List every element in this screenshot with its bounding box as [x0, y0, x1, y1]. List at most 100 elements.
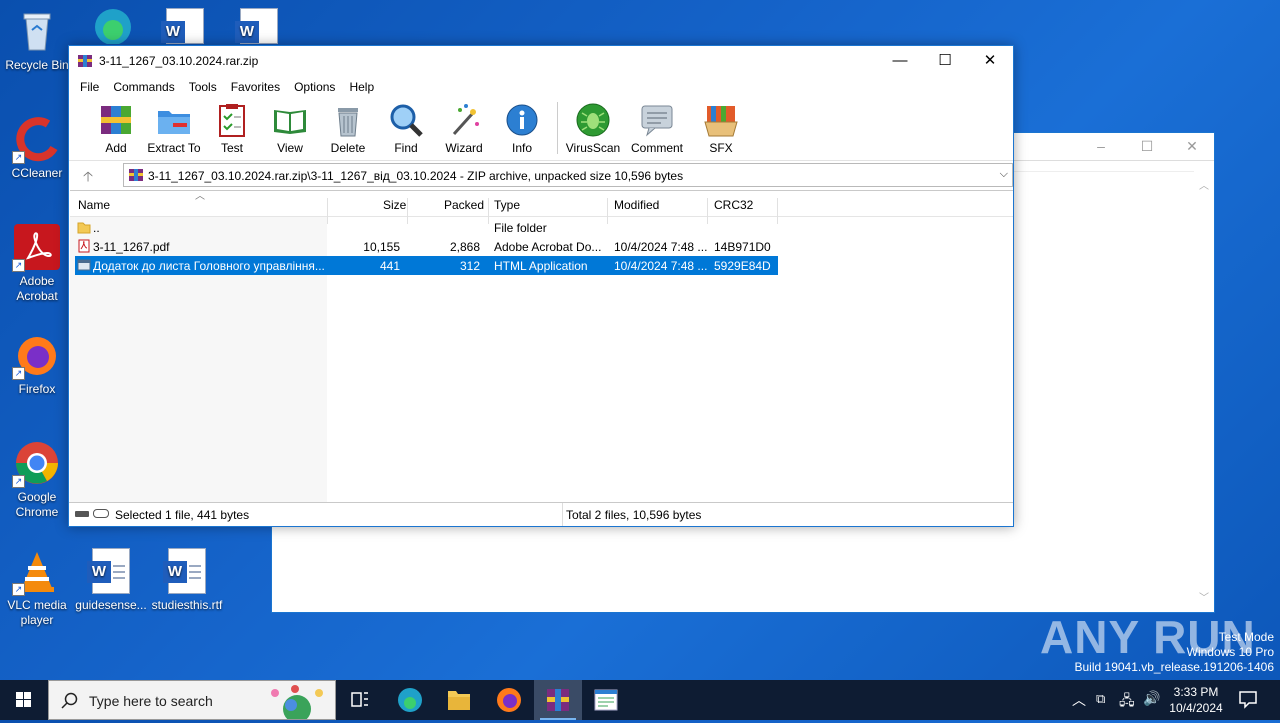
tray-network-badge-icon[interactable]: ⧉: [1096, 691, 1105, 707]
desktop-icon-vlc[interactable]: ↗ VLC media player: [0, 548, 74, 628]
sfx-button[interactable]: SFX: [692, 98, 750, 155]
virusscan-button[interactable]: VirusScan: [564, 98, 622, 155]
shortcut-arrow-icon: ↗: [12, 367, 25, 380]
column-size[interactable]: Size: [383, 198, 406, 212]
notification-icon[interactable]: [1238, 689, 1258, 712]
scroll-up-icon[interactable]: ︿: [1199, 177, 1209, 192]
vertical-scrollbar[interactable]: ︿ ﹀: [1196, 171, 1214, 612]
desktop-icon-recycle-bin[interactable]: Recycle Bin: [0, 8, 74, 73]
column-crc32[interactable]: CRC32: [714, 198, 753, 212]
row-crc32: 5929E84D: [714, 259, 771, 273]
view-button[interactable]: View: [261, 98, 319, 155]
start-button[interactable]: [0, 680, 48, 720]
taskbar-notepad[interactable]: [582, 680, 630, 720]
delete-label: Delete: [330, 141, 366, 155]
test-label: Test: [220, 141, 243, 155]
shortcut-arrow-icon: ↗: [12, 583, 25, 596]
row-modified: 10/4/2024 7:48 ...: [614, 259, 708, 273]
table-row[interactable]: 3-11_1267.pdf 10,155 2,868 Adobe Acrobat…: [75, 237, 778, 256]
tray-volume-icon[interactable]: 🔊: [1143, 690, 1160, 707]
menu-commands[interactable]: Commands: [106, 80, 181, 94]
taskbar-edge[interactable]: [386, 680, 434, 720]
ccleaner-icon: ↗: [12, 116, 60, 164]
desktop-icon-ccleaner[interactable]: ↗ CCleaner: [0, 116, 74, 181]
toolbar-separator: [557, 102, 558, 154]
taskbar-winrar[interactable]: [534, 680, 582, 720]
desktop-icon-firefox[interactable]: ↗ Firefox: [0, 332, 74, 397]
desktop-icon-google-chrome[interactable]: ↗ Google Chrome: [0, 440, 74, 520]
task-view-button[interactable]: [336, 680, 384, 720]
comment-button[interactable]: Comment: [622, 98, 692, 155]
desktop-icon-word-2[interactable]: W: [222, 8, 296, 44]
windows-logo-icon: [16, 692, 31, 707]
status-bar: Selected 1 file, 441 bytes Total 2 files…: [69, 502, 1013, 526]
table-row[interactable]: .. File folder: [75, 218, 778, 237]
table-row-selected[interactable]: Додаток до листа Головного управління...…: [75, 256, 778, 275]
word-document-icon: W: [87, 548, 130, 594]
search-box[interactable]: Type here to search: [48, 680, 336, 720]
virusscan-label: VirusScan: [565, 141, 621, 155]
recycle-bin-icon: [14, 8, 60, 54]
tray-network-icon[interactable]: 🖧: [1119, 690, 1135, 714]
extract-to-button[interactable]: Extract To: [145, 98, 203, 155]
taskbar-firefox[interactable]: [485, 680, 533, 720]
status-selected: Selected 1 file, 441 bytes: [115, 508, 250, 522]
maximize-button[interactable]: ☐: [922, 46, 968, 76]
up-arrow-icon[interactable]: 🡡: [83, 166, 93, 190]
edge-icon: [398, 688, 422, 712]
minimize-button[interactable]: —: [877, 46, 923, 76]
chrome-icon: ↗: [12, 440, 60, 488]
tray-chevron-icon[interactable]: ︿: [1072, 690, 1086, 710]
menu-help[interactable]: Help: [342, 80, 381, 94]
menu-favorites[interactable]: Favorites: [224, 80, 287, 94]
vlc-icon: ↗: [12, 548, 60, 596]
desktop-icon-guidesense[interactable]: W guidesense...: [74, 548, 148, 613]
test-button[interactable]: Test: [203, 98, 261, 155]
shortcut-arrow-icon: ↗: [12, 259, 25, 272]
winrar-app-icon: [78, 55, 92, 67]
desktop-icon-adobe-acrobat[interactable]: ↗ Adobe Acrobat: [0, 224, 74, 304]
maximize-icon[interactable]: ☐: [1140, 139, 1154, 153]
guidesense-label: guidesense...: [75, 598, 147, 612]
menu-tools[interactable]: Tools: [182, 80, 224, 94]
close-icon[interactable]: ✕: [1185, 139, 1199, 153]
clipboard-check-icon: [214, 102, 250, 138]
folder-icon: [448, 691, 470, 710]
window-title: 3-11_1267_03.10.2024.rar.zip: [99, 54, 259, 68]
find-label: Find: [394, 141, 418, 155]
firefox-icon: [497, 688, 521, 712]
close-button[interactable]: ✕: [967, 46, 1013, 76]
find-button[interactable]: Find: [377, 98, 435, 155]
archive-path-field[interactable]: 3-11_1267_03.10.2024.rar.zip\3-11_1267_в…: [123, 163, 1013, 187]
desktop-icon-word-1[interactable]: W: [148, 8, 222, 44]
info-label: Info: [511, 141, 532, 155]
add-button[interactable]: Add: [87, 98, 145, 155]
sfx-label: SFX: [709, 141, 733, 155]
menu-file[interactable]: File: [73, 80, 106, 94]
archive-icon: [129, 169, 143, 181]
search-icon: [61, 692, 78, 709]
magnifier-icon: [388, 102, 424, 138]
scroll-down-icon[interactable]: ﹀: [1199, 589, 1209, 604]
info-button[interactable]: Info: [493, 98, 551, 155]
clock-date: 10/4/2024: [1169, 701, 1223, 715]
winrar-window[interactable]: 3-11_1267_03.10.2024.rar.zip — ☐ ✕ File …: [68, 45, 1014, 527]
menu-options[interactable]: Options: [287, 80, 342, 94]
column-modified[interactable]: Modified: [614, 198, 659, 212]
file-list[interactable]: Name ︿ Size Packed Type Modified CRC32 .…: [70, 190, 1013, 503]
delete-button[interactable]: Delete: [319, 98, 377, 155]
column-type[interactable]: Type: [494, 198, 520, 212]
row-type: Adobe Acrobat Do...: [494, 240, 602, 254]
menu-bar: File Commands Tools Favorites Options He…: [69, 76, 1013, 98]
wizard-button[interactable]: Wizard: [435, 98, 493, 155]
winrar-titlebar[interactable]: 3-11_1267_03.10.2024.rar.zip — ☐ ✕: [69, 46, 1013, 76]
recycle-bin-label: Recycle Bin: [5, 58, 69, 72]
column-name[interactable]: Name: [78, 198, 110, 212]
chevron-down-icon[interactable]: ⌵: [1000, 168, 1008, 181]
minimize-icon[interactable]: –: [1094, 139, 1108, 153]
taskbar-file-explorer[interactable]: [435, 680, 483, 720]
wizard-label: Wizard: [445, 141, 483, 155]
desktop-icon-studiesthis[interactable]: W studiesthis.rtf: [150, 548, 224, 613]
tray-clock[interactable]: 3:33 PM 10/4/2024: [1164, 684, 1228, 716]
column-packed[interactable]: Packed: [444, 198, 484, 212]
